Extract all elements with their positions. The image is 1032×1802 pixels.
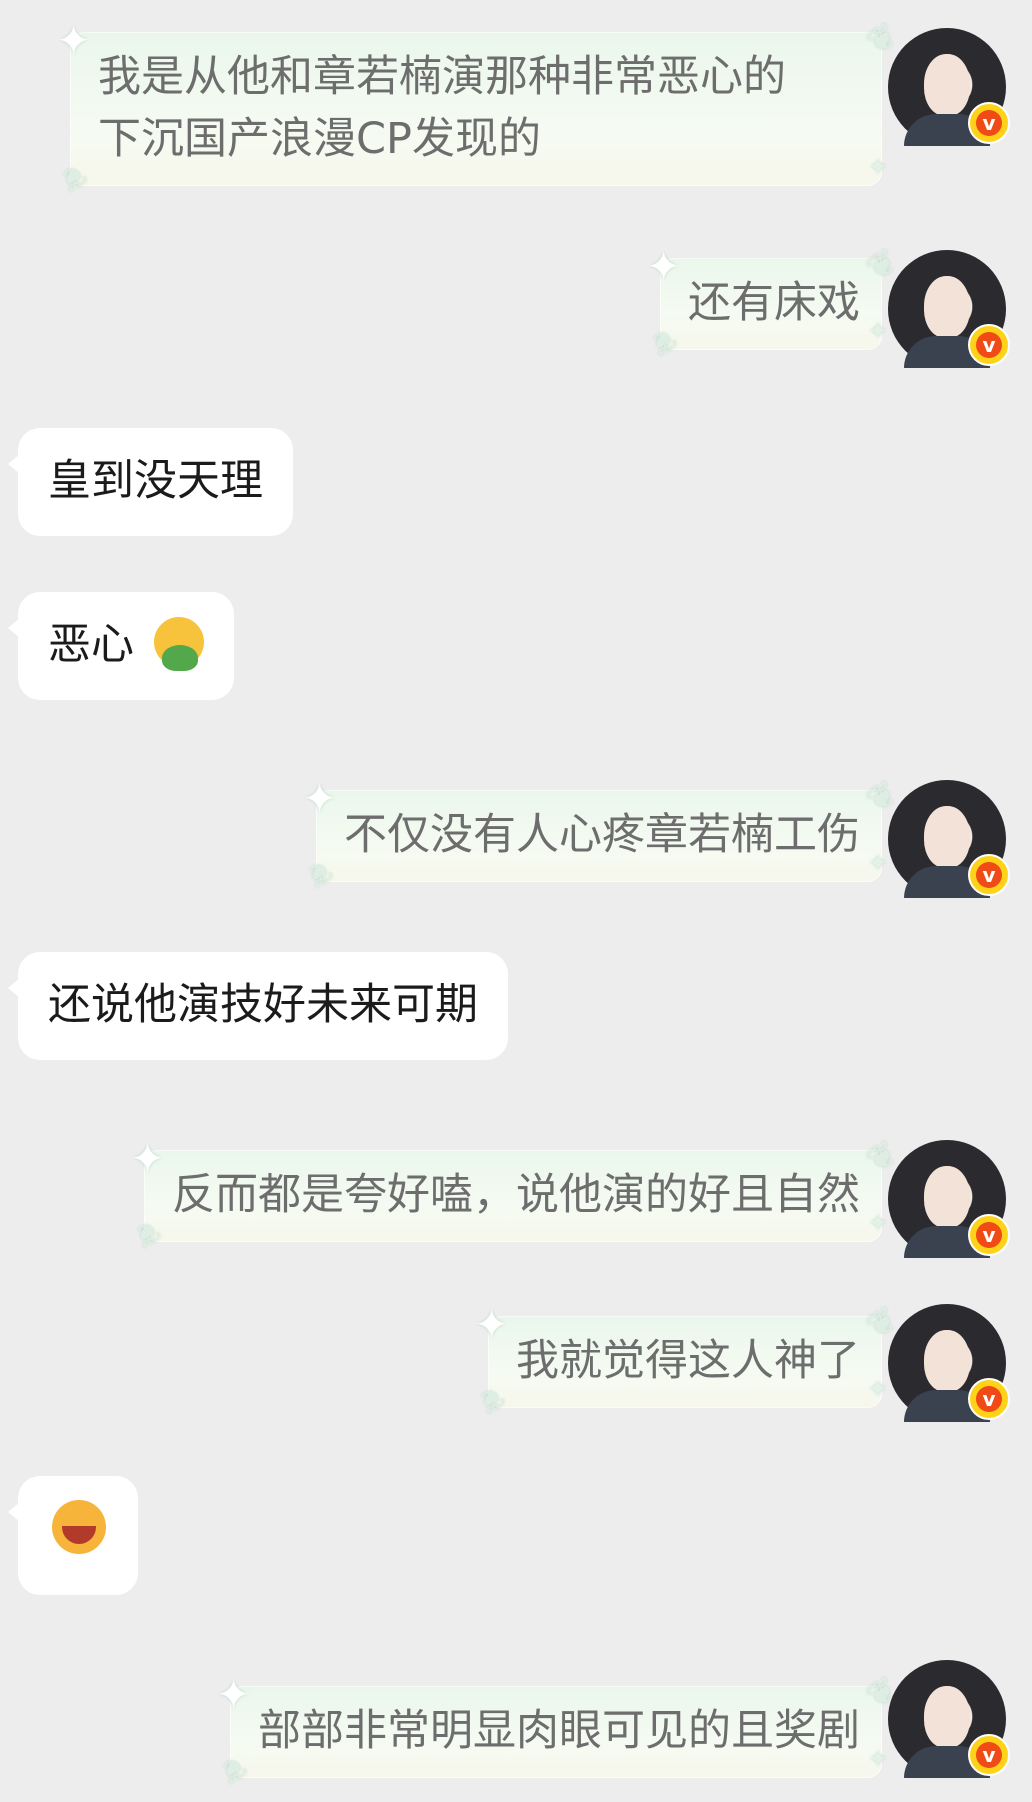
feather-icon: ❦ — [471, 1377, 511, 1421]
sparkle-icon: ✦ — [56, 16, 92, 65]
sparkle-icon: ✦ — [867, 153, 888, 181]
user-avatar[interactable]: v — [888, 250, 1010, 368]
message-text: 恶心 — [48, 620, 134, 670]
vomiting-face-emoji-icon — [153, 617, 204, 671]
sparkle-icon: ✦ — [867, 1375, 888, 1403]
message-text: 不仅没有人心疼章若楠工伤 — [344, 810, 860, 860]
badge-letter: v — [976, 862, 1002, 888]
sparkle-icon: ✦ — [646, 242, 682, 291]
self-message-bubble[interactable]: ✦ ❦ 不仅没有人心疼章若楠工伤 ✦ ❦ — [299, 773, 904, 895]
avatar-face — [924, 1330, 970, 1392]
verified-badge-icon: v — [968, 1214, 1010, 1256]
message-text: 还有床戏 — [688, 278, 860, 328]
self-message-bubble[interactable]: ✦ ❦ 我是从他和章若楠演那种非常恶心的 下沉国产浪漫CP发现的 ✦ ❦ — [53, 15, 904, 199]
other-message-bubble[interactable]: 恶心 — [8, 592, 234, 700]
message-text: 我就觉得这人神了 — [516, 1336, 860, 1386]
feather-icon: ❦ — [53, 155, 93, 199]
other-message-bubble[interactable]: 还说他演技好未来可期 — [8, 952, 508, 1060]
sparkle-icon: ✦ — [130, 1134, 166, 1183]
feather-icon: ❦ — [127, 1211, 167, 1255]
badge-letter: v — [976, 1742, 1002, 1768]
badge-letter: v — [976, 1222, 1002, 1248]
user-avatar[interactable]: v — [888, 1140, 1010, 1258]
feather-icon: ❦ — [299, 851, 339, 895]
self-message-bubble[interactable]: ✦ ❦ 反而都是夸好嗑，说他演的好且自然 ✦ ❦ — [127, 1133, 904, 1255]
sparkle-icon: ✦ — [302, 774, 338, 823]
sparkle-icon: ✦ — [474, 1300, 510, 1349]
other-message-bubble[interactable]: 皇到没天理 — [8, 428, 293, 536]
message-text: 皇到没天理 — [48, 456, 263, 506]
sparkle-icon: ✦ — [867, 1209, 888, 1237]
chat-conversation: ✦ ❦ 我是从他和章若楠演那种非常恶心的 下沉国产浪漫CP发现的 ✦ ❦ v ✦… — [0, 0, 1032, 1796]
verified-badge-icon: v — [968, 102, 1010, 144]
avatar-face — [924, 806, 970, 868]
sparkle-icon: ✦ — [867, 317, 888, 345]
self-message-bubble[interactable]: ✦ ❦ 部部非常明显肉眼可见的且奖剧 ✦ ❦ — [213, 1669, 904, 1791]
message-text: 反而都是夸好嗑，说他演的好且自然 — [172, 1170, 860, 1220]
avatar-face — [924, 1686, 970, 1748]
self-message-bubble[interactable]: ✦ ❦ 我就觉得这人神了 ✦ ❦ — [471, 1299, 904, 1421]
user-avatar[interactable]: v — [888, 1304, 1010, 1422]
feather-icon: ❦ — [643, 319, 683, 363]
feather-icon: ❦ — [213, 1747, 253, 1791]
verified-badge-icon: v — [968, 1734, 1010, 1776]
user-avatar[interactable]: v — [888, 28, 1010, 146]
badge-letter: v — [976, 332, 1002, 358]
verified-badge-icon: v — [968, 854, 1010, 896]
sparkle-icon: ✦ — [216, 1670, 252, 1719]
message-text: 我是从他和章若楠演那种非常恶心的 下沉国产浪漫CP发现的 — [98, 52, 786, 164]
avatar-face — [924, 54, 970, 116]
other-message-bubble[interactable] — [8, 1476, 138, 1595]
badge-letter: v — [976, 110, 1002, 136]
avatar-face — [924, 1166, 970, 1228]
message-text: 部部非常明显肉眼可见的且奖剧 — [258, 1706, 860, 1756]
laughing-face-emoji-icon — [52, 1500, 106, 1554]
sparkle-icon: ✦ — [867, 1745, 888, 1773]
message-text: 还说他演技好未来可期 — [48, 980, 478, 1030]
user-avatar[interactable]: v — [888, 1660, 1010, 1778]
sparkle-icon: ✦ — [867, 849, 888, 877]
verified-badge-icon: v — [968, 324, 1010, 366]
verified-badge-icon: v — [968, 1378, 1010, 1420]
user-avatar[interactable]: v — [888, 780, 1010, 898]
avatar-face — [924, 276, 970, 338]
badge-letter: v — [976, 1386, 1002, 1412]
self-message-bubble[interactable]: ✦ ❦ 还有床戏 ✦ ❦ — [643, 241, 904, 363]
